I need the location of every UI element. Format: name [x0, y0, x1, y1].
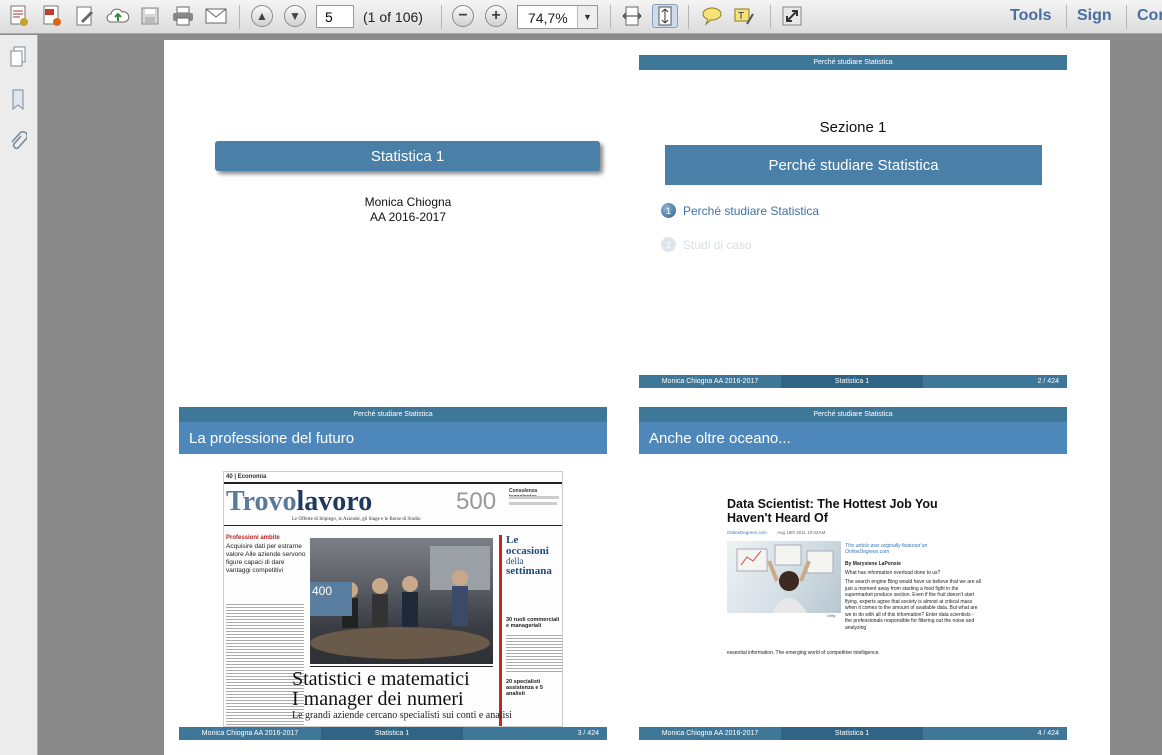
upload-cloud-icon[interactable]	[104, 4, 132, 28]
photo-caption: Getty	[827, 614, 836, 618]
news-side-heading: Professioni ambite	[226, 535, 280, 541]
academic-year: AA 2016-2017	[369, 210, 447, 224]
right-title-c: settimana	[506, 565, 552, 577]
news-headline-2: I manager dei numeri	[292, 688, 464, 710]
paperclip-icon[interactable]	[6, 129, 30, 155]
article-photo	[727, 541, 841, 613]
zoom-in-button[interactable]: +	[484, 4, 508, 28]
slide-header: Perché studiare Statistica	[639, 407, 1067, 422]
slide-title: Statistica 1	[370, 147, 445, 165]
fit-page-icon[interactable]	[652, 4, 678, 28]
frame-title: La professione del futuro	[179, 422, 607, 454]
chevron-down-icon: ▼	[577, 6, 597, 28]
section-label: Sezione 1	[819, 119, 887, 136]
next-page-button[interactable]: ▼	[283, 4, 307, 28]
slide-2: Perché studiare Statistica Sezione 1 Per…	[639, 55, 1067, 388]
slide-header: Perché studiare Statistica	[179, 407, 607, 422]
footer-course: Statistica 1	[781, 727, 923, 740]
news-masthead: Trovolavoro	[226, 486, 373, 517]
sign-button[interactable]: Sign	[1077, 7, 1112, 25]
slide-4: Perché studiare Statistica Anche oltre o…	[639, 407, 1067, 740]
footer-course: Statistica 1	[321, 727, 463, 740]
navigation-sidebar	[0, 35, 38, 755]
slide-title-box: Statistica 1	[215, 141, 600, 171]
newspaper-clipping: 40 | Economia Trovolavoro 500 Consulenza…	[223, 471, 563, 727]
news-side-text: Acquisire dati per estrarne valore Alle …	[226, 543, 306, 574]
right-subheading: 30 ruoli commerciali e manageriali	[506, 617, 560, 629]
page-spread: Statistica 1 Monica Chiogna AA 2016-2017…	[164, 40, 1110, 755]
highlight-text-icon[interactable]: T	[731, 4, 757, 28]
news-section: 40 | Economia	[226, 474, 267, 480]
edit-icon[interactable]	[72, 4, 98, 28]
toc-bullet-2: 2	[661, 237, 676, 252]
minus-icon: −	[452, 5, 474, 27]
footer-author: Monica Chiogna AA 2016-2017	[179, 727, 321, 740]
comment-icon[interactable]	[699, 4, 725, 28]
toc-label-2: Studi di caso	[683, 237, 752, 252]
page-count-label: (1 of 106)	[363, 9, 423, 25]
footer-page: 3 / 424	[463, 727, 607, 740]
article-title: Data Scientist: The Hottest Job You Have…	[727, 497, 938, 525]
section-box-title: Perché studiare Statistica	[768, 156, 939, 174]
footer-course: Statistica 1	[781, 375, 923, 388]
fit-width-icon[interactable]	[620, 4, 644, 28]
email-icon[interactable]	[203, 4, 229, 28]
toolbar: ▲ ▼ (1 of 106) − + 74,7% ▼ T Tools Sign …	[0, 0, 1162, 34]
article-question: What has information overload done to us…	[845, 570, 941, 576]
zoom-select[interactable]: 74,7% ▼	[517, 5, 598, 29]
article-source: OnlineDegrees.com	[727, 530, 767, 535]
author: Monica Chiogna	[364, 195, 452, 209]
toc-item-1[interactable]: 1 Perché studiare Statistica	[661, 203, 819, 218]
export-pdf-icon[interactable]	[39, 4, 65, 28]
slide-footer: Monica Chiogna AA 2016-2017 Statistica 1…	[639, 375, 1067, 388]
slide-footer: Monica Chiogna AA 2016-2017 Statistica 1…	[639, 727, 1067, 740]
slide-header: Perché studiare Statistica	[639, 55, 1067, 70]
slide-footer: Monica Chiogna AA 2016-2017 Statistica 1…	[179, 727, 607, 740]
news-headline-3: Le grandi aziende cercano specialisti su…	[292, 710, 512, 721]
toc-item-2[interactable]: 2 Studi di caso	[661, 237, 752, 252]
zoom-out-button[interactable]: −	[451, 4, 475, 28]
article-date: Aug 15th 2011 10:02AM	[777, 530, 826, 535]
article-body-end: essential information. The emerging worl…	[727, 650, 880, 656]
frame-title: Anche oltre oceano...	[639, 422, 1067, 454]
footer-author: Monica Chiogna AA 2016-2017	[639, 375, 781, 388]
footer-page: 2 / 424	[923, 375, 1067, 388]
toc-label-1: Perché studiare Statistica	[683, 203, 820, 218]
print-icon[interactable]	[170, 4, 196, 28]
right-subheading-2: 20 specialisti assistenza e 5 analisti	[506, 679, 543, 697]
article-featured: This article was originally featured on …	[845, 543, 928, 555]
expand-icon[interactable]	[779, 4, 805, 28]
plus-icon: +	[485, 5, 507, 27]
news-tagline: Le Offerte di Impiego, le Aziende, gli S…	[292, 517, 421, 522]
document-viewer[interactable]: Statistica 1 Monica Chiogna AA 2016-2017…	[39, 35, 1162, 755]
bookmark-icon[interactable]	[6, 87, 30, 113]
svg-text:T: T	[738, 11, 744, 22]
footer-page: 4 / 424	[923, 727, 1067, 740]
arrow-down-icon: ▼	[284, 5, 306, 27]
article-clipping: Data Scientist: The Hottest Job You Have…	[727, 497, 983, 667]
slide-1: Statistica 1 Monica Chiogna AA 2016-2017	[179, 55, 607, 388]
article-body: The search engine Bing would have us bel…	[845, 579, 981, 631]
zoom-value: 74,7%	[528, 10, 568, 26]
create-pdf-icon[interactable]	[6, 4, 32, 28]
section-box: Perché studiare Statistica	[665, 145, 1042, 185]
right-title: Le occasioni	[506, 534, 549, 557]
save-icon[interactable]	[138, 4, 162, 28]
slide-3: Perché studiare Statistica La profession…	[179, 407, 607, 740]
article-byline: By Marysiene LaPonsie	[845, 561, 901, 567]
news-number: 500	[456, 488, 497, 515]
toc-bullet-1: 1	[661, 203, 676, 218]
comment-button[interactable]: Cor	[1137, 7, 1162, 25]
footer-author: Monica Chiogna AA 2016-2017	[639, 727, 781, 740]
photo-badge: 400	[310, 582, 352, 616]
news-right-column: Le occasioni della settimana 30 ruoli co…	[499, 534, 562, 726]
previous-page-button[interactable]: ▲	[250, 4, 274, 28]
page-thumbnails-icon[interactable]	[6, 44, 30, 70]
tools-button[interactable]: Tools	[1010, 7, 1051, 25]
page-number-input[interactable]	[316, 5, 354, 28]
arrow-up-icon: ▲	[251, 5, 273, 27]
news-photo: 400	[310, 538, 493, 664]
